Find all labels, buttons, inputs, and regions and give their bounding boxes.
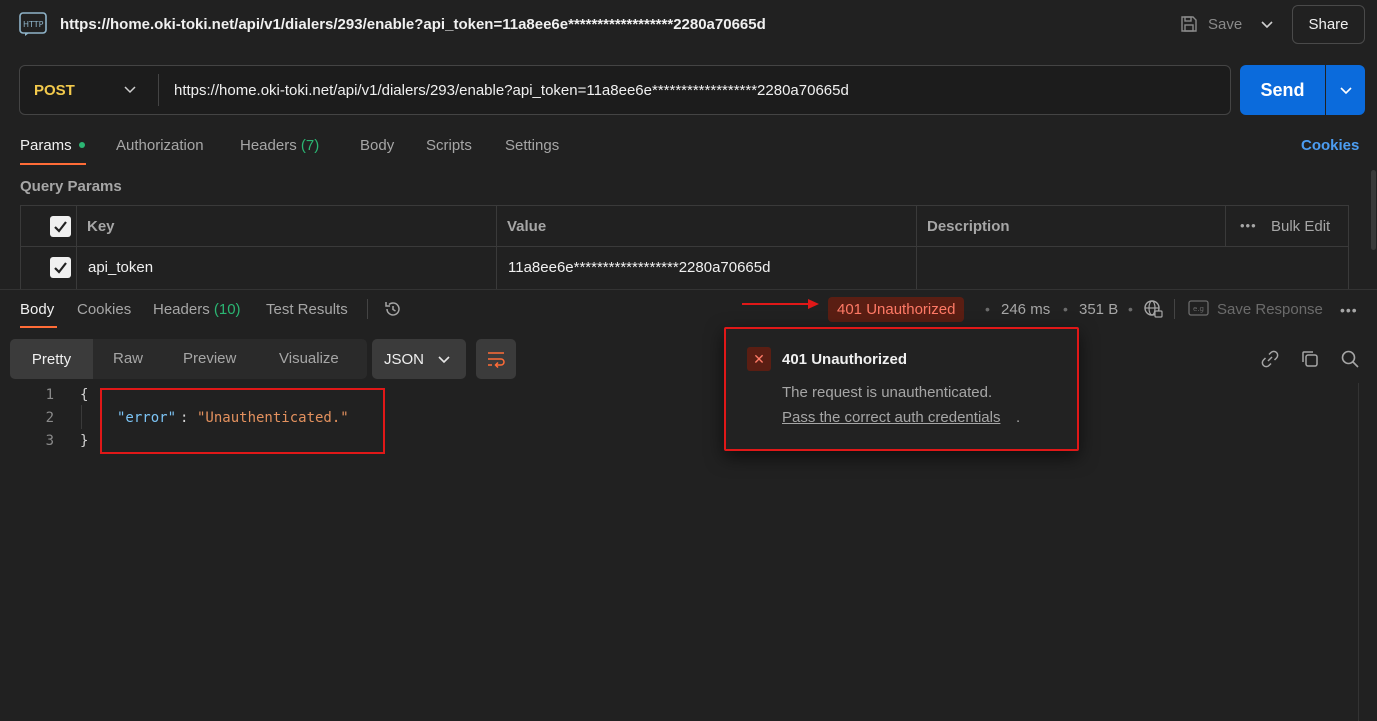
check-icon <box>54 262 67 274</box>
tab-headers-label: Headers <box>240 137 297 154</box>
view-preview-button[interactable]: Preview <box>183 350 236 367</box>
response-tab-headers[interactable]: Headers (10) <box>153 301 241 318</box>
tooltip-description: The request is unauthenticated. <box>782 384 993 401</box>
send-options-button[interactable] <box>1326 65 1365 115</box>
column-divider <box>76 205 77 289</box>
format-select-value: JSON <box>384 350 425 368</box>
response-time[interactable]: 246 ms <box>1001 301 1050 318</box>
request-title[interactable]: https://home.oki-toki.net/api/v1/dialers… <box>60 16 766 33</box>
auth-help-link[interactable]: Pass the correct auth credentials <box>782 409 1000 426</box>
more-options-icon[interactable]: ••• <box>1340 302 1358 318</box>
active-tab-underline <box>20 326 57 328</box>
line-number: 1 <box>45 387 54 403</box>
column-header-key: Key <box>87 218 115 235</box>
response-headers-count: (10) <box>213 301 241 318</box>
column-divider <box>1225 205 1226 246</box>
annotation-arrow-icon <box>742 299 819 309</box>
save-button[interactable]: Save <box>1208 16 1242 33</box>
scrollbar-track[interactable] <box>1358 383 1359 721</box>
tab-headers[interactable]: Headers (7) <box>240 137 319 154</box>
link-icon[interactable] <box>1260 349 1280 369</box>
response-tab-cookies[interactable]: Cookies <box>77 301 131 318</box>
response-tab-test-results[interactable]: Test Results <box>266 301 348 318</box>
svg-text:e.g: e.g <box>1193 305 1204 313</box>
select-all-checkbox[interactable] <box>50 216 71 237</box>
tooltip-title: 401 Unauthorized <box>782 351 908 368</box>
tab-authorization[interactable]: Authorization <box>116 137 204 154</box>
divider <box>367 299 368 319</box>
method-select[interactable]: POST <box>34 82 75 99</box>
separator-dot: • <box>985 301 990 317</box>
annotation-highlight-box <box>100 388 385 454</box>
scrollbar[interactable] <box>1371 170 1376 250</box>
column-header-value: Value <box>507 218 547 235</box>
view-pretty-button[interactable]: Pretty <box>10 339 93 379</box>
wrap-lines-button[interactable] <box>476 339 516 379</box>
chevron-down-icon <box>1339 87 1352 95</box>
line-number: 3 <box>45 433 54 449</box>
divider <box>158 74 159 106</box>
wrap-lines-icon <box>488 352 505 368</box>
chevron-down-icon[interactable] <box>1258 15 1276 33</box>
status-badge[interactable]: 401 Unauthorized <box>828 297 965 322</box>
line-number: 2 <box>45 410 54 426</box>
tab-params[interactable]: Params <box>20 137 72 154</box>
panel-divider[interactable] <box>0 289 1377 290</box>
save-response-icon: e.g <box>1188 300 1209 316</box>
bulk-edit-button[interactable]: Bulk Edit <box>1271 218 1330 235</box>
code-close-brace[interactable]: } <box>80 433 88 449</box>
search-icon[interactable] <box>1340 349 1360 369</box>
param-checkbox[interactable] <box>50 257 71 278</box>
error-icon: ✕ <box>747 347 771 371</box>
chevron-down-icon[interactable] <box>122 81 138 97</box>
http-request-icon: HTTP <box>19 12 47 36</box>
network-globe-icon[interactable] <box>1143 299 1163 319</box>
param-value[interactable]: 11a8ee6e******************2280a70665d <box>508 259 770 276</box>
history-icon[interactable] <box>383 299 403 319</box>
params-table <box>20 205 1349 289</box>
cookies-link[interactable]: Cookies <box>1301 137 1359 154</box>
view-raw-button[interactable]: Raw <box>113 350 143 367</box>
tab-scripts[interactable]: Scripts <box>426 137 472 154</box>
query-params-title: Query Params <box>20 178 122 195</box>
share-button[interactable]: Share <box>1292 5 1365 44</box>
separator-dot: • <box>1128 301 1133 317</box>
table-row-divider <box>20 246 1349 247</box>
active-tab-underline <box>20 163 86 165</box>
check-icon <box>54 221 67 233</box>
column-divider <box>916 205 917 289</box>
column-divider <box>496 205 497 289</box>
tooltip-period: . <box>1016 409 1021 426</box>
more-options-icon[interactable]: ••• <box>1240 218 1257 233</box>
params-indicator-dot <box>79 142 85 148</box>
save-response-button[interactable]: Save Response <box>1217 301 1323 318</box>
separator-dot: • <box>1063 301 1068 317</box>
send-button[interactable]: Send <box>1240 65 1325 115</box>
code-open-brace[interactable]: { <box>80 387 88 403</box>
url-input[interactable]: https://home.oki-toki.net/api/v1/dialers… <box>174 82 849 99</box>
divider <box>1174 299 1175 319</box>
indent-guide <box>81 405 82 429</box>
save-icon[interactable] <box>1180 15 1198 33</box>
svg-text:HTTP: HTTP <box>23 20 44 29</box>
chevron-down-icon[interactable] <box>436 351 452 367</box>
param-key[interactable]: api_token <box>88 259 153 276</box>
response-tab-body[interactable]: Body <box>20 301 54 318</box>
view-visualize-button[interactable]: Visualize <box>279 350 339 367</box>
copy-icon[interactable] <box>1300 349 1320 369</box>
column-header-description: Description <box>927 218 1010 235</box>
response-size[interactable]: 351 B <box>1079 301 1118 318</box>
tab-settings[interactable]: Settings <box>505 137 559 154</box>
response-tab-headers-label: Headers <box>153 301 210 318</box>
headers-count: (7) <box>300 137 320 154</box>
tab-body[interactable]: Body <box>360 137 394 154</box>
